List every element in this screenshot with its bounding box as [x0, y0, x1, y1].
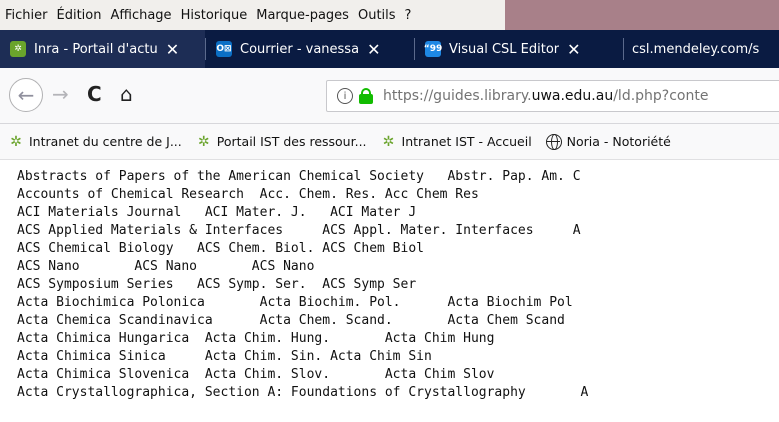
tab-title: Visual CSL Editor: [449, 41, 560, 57]
url-bar[interactable]: i https://guides.library.uwa.edu.au/ld.p…: [326, 80, 779, 112]
journal-line: Acta Chimica Sinica Acta Chim. Sin. Acta…: [17, 349, 432, 364]
tab-courrier[interactable]: O⊠ Courrier - vanessa ✕: [206, 30, 414, 68]
close-icon[interactable]: ✕: [166, 40, 179, 59]
bookmark-portail-ist[interactable]: ✲ Portail IST des ressour...: [196, 134, 367, 150]
journal-line: Acta Chimica Slovenica Acta Chim. Slov. …: [17, 367, 495, 382]
menu-bar: Fichier Édition Affichage Historique Mar…: [0, 0, 520, 30]
close-icon[interactable]: ✕: [567, 40, 580, 59]
inra-bookmark-icon: ✲: [10, 133, 22, 150]
url-text: https://guides.library.uwa.edu.au/ld.php…: [383, 88, 708, 104]
journal-line: ACS Applied Materials & Interfaces ACS A…: [17, 223, 581, 238]
bookmark-intranet-centre[interactable]: ✲ Intranet du centre de J...: [8, 134, 182, 150]
bookmark-label: Intranet du centre de J...: [29, 134, 182, 149]
globe-icon: [545, 133, 562, 150]
journal-line: ACS Chemical Biology ACS Chem. Biol. ACS…: [17, 241, 424, 256]
journal-line: Acta Chemica Scandinavica Acta Chem. Sca…: [17, 313, 565, 328]
menu-affichage[interactable]: Affichage: [110, 8, 171, 23]
bookmark-noria[interactable]: Noria - Notoriété: [545, 133, 671, 150]
reload-button[interactable]: C: [87, 82, 102, 106]
journal-line: ACS Symposium Series ACS Symp. Ser. ACS …: [17, 277, 417, 292]
url-prefix: https://guides.library.: [383, 88, 532, 104]
back-button[interactable]: ←: [9, 78, 43, 112]
inra-icon: ✲: [10, 41, 26, 57]
journal-line: Accounts of Chemical Research Acc. Chem.…: [17, 187, 479, 202]
tab-visual-csl-editor[interactable]: “99 Visual CSL Editor ✕: [415, 30, 623, 68]
bookmark-label: Intranet IST - Accueil: [401, 134, 532, 149]
outlook-icon: O⊠: [216, 41, 232, 57]
inra-bookmark-icon: ✲: [197, 133, 210, 150]
journal-line: Abstracts of Papers of the American Chem…: [17, 169, 581, 184]
journal-line: Acta Biochimica Polonica Acta Biochim. P…: [17, 295, 573, 310]
navigation-bar: ← → C ⌂ i https://guides.library.uwa.edu…: [0, 68, 779, 124]
info-icon[interactable]: i: [337, 88, 353, 104]
journal-line: Acta Chimica Hungarica Acta Chim. Hung. …: [17, 331, 495, 346]
tab-title: csl.mendeley.com/s: [632, 41, 760, 57]
journal-line: ACS Nano ACS Nano ACS Nano: [17, 259, 315, 274]
menu-help[interactable]: ?: [405, 8, 412, 23]
menu-outils[interactable]: Outils: [358, 8, 396, 23]
journal-line: Acta Crystallographica, Section A: Found…: [17, 385, 589, 400]
inra-bookmark-icon: ✲: [382, 133, 395, 150]
tab-title: Courrier - vanessa: [240, 41, 360, 57]
window-titlebar: [505, 0, 779, 30]
page-content: Abstracts of Papers of the American Chem…: [0, 160, 779, 422]
bookmark-intranet-ist[interactable]: ✲ Intranet IST - Accueil: [381, 134, 532, 150]
url-suffix: /ld.php?conte: [613, 88, 709, 104]
tab-csl-mendeley[interactable]: csl.mendeley.com/s: [624, 30, 779, 68]
tab-inra-portail[interactable]: ✲ Inra - Portail d'actu ✕: [0, 30, 205, 68]
journal-line: ACI Materials Journal ACI Mater. J. ACI …: [17, 205, 417, 220]
csl-editor-icon: “99: [424, 41, 442, 57]
bookmarks-bar: ✲ Intranet du centre de J... ✲ Portail I…: [0, 124, 779, 160]
lock-icon[interactable]: [359, 88, 373, 104]
menu-fichier[interactable]: Fichier: [5, 8, 48, 23]
bookmark-label: Portail IST des ressour...: [216, 134, 367, 149]
arrow-left-icon: ←: [17, 83, 35, 107]
menu-historique[interactable]: Historique: [181, 8, 248, 23]
tab-title: Inra - Portail d'actu: [34, 41, 158, 57]
home-button[interactable]: ⌂: [120, 82, 133, 106]
forward-button[interactable]: →: [52, 82, 69, 106]
menu-edition[interactable]: Édition: [57, 8, 102, 23]
close-icon[interactable]: ✕: [367, 40, 380, 59]
tab-strip: ✲ Inra - Portail d'actu ✕ O⊠ Courrier - …: [0, 30, 779, 68]
bookmark-label: Noria - Notoriété: [566, 134, 671, 149]
url-domain: uwa.edu.au: [531, 88, 614, 104]
menu-marque-pages[interactable]: Marque-pages: [256, 8, 349, 23]
